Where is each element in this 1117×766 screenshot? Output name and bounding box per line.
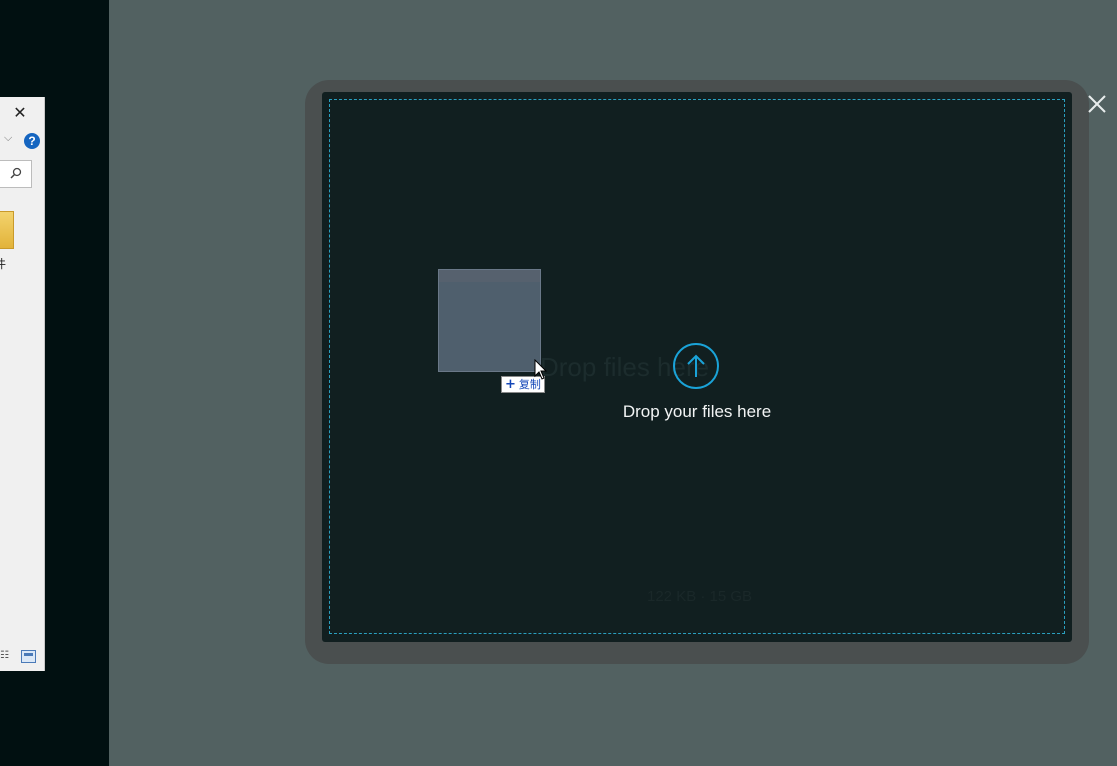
search-icon [10, 167, 22, 179]
close-icon[interactable] [1086, 93, 1108, 115]
drag-preview-stripe [439, 270, 540, 282]
file-explorer-window[interactable]: ✕ ⌵ ? 件 ☷ [0, 97, 45, 671]
folder-icon[interactable] [0, 211, 14, 249]
drag-preview [438, 269, 541, 372]
tiles-view-icon[interactable] [21, 650, 36, 663]
plus-icon: + [505, 377, 516, 392]
help-icon[interactable]: ? [24, 133, 40, 149]
details-view-icon[interactable]: ☷ [0, 650, 14, 662]
drop-title: Drop your files here [622, 402, 772, 421]
chevron-down-icon[interactable]: ⌵ [4, 131, 12, 145]
background-size-label: 122 KB · 15 GB [647, 588, 753, 605]
upload-arrow-icon [673, 343, 719, 389]
explorer-search-input[interactable] [0, 160, 32, 188]
folder-label: 件 [0, 255, 6, 272]
explorer-close-icon[interactable]: ✕ [11, 103, 29, 122]
mouse-cursor-icon [534, 359, 548, 380]
